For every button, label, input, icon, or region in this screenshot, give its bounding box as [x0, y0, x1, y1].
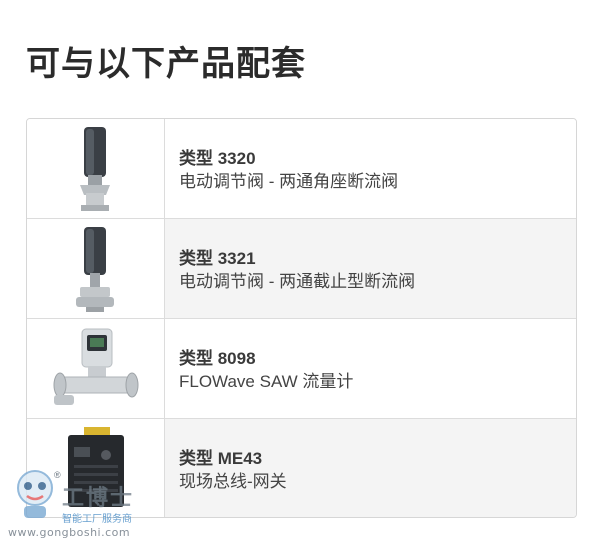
product-text-cell: 类型 ME43 现场总线-网关	[165, 419, 576, 517]
watermark-url: www.gongboshi.com	[8, 526, 131, 539]
product-description: 电动调节阀 - 两通角座断流阀	[179, 171, 399, 191]
flowmeter-image	[53, 328, 138, 405]
product-description: FLOWave SAW 流量计	[179, 371, 354, 391]
product-text-cell: 类型 8098 FLOWave SAW 流量计	[165, 319, 576, 418]
product-type[interactable]: 类型 ME43	[179, 448, 576, 470]
product-row-3321[interactable]: 类型 3321 电动调节阀 - 两通截止型断流阀	[27, 219, 576, 319]
product-image-cell	[27, 119, 165, 218]
product-row-8098[interactable]: 类型 8098 FLOWave SAW 流量计	[27, 319, 576, 419]
product-row-3320[interactable]: 类型 3320 电动调节阀 - 两通角座断流阀	[27, 119, 576, 219]
robot-mascot-icon	[17, 470, 53, 518]
product-text-cell: 类型 3321 电动调节阀 - 两通截止型断流阀	[165, 219, 576, 318]
product-type[interactable]: 类型 3321	[179, 248, 576, 270]
product-text-cell: 类型 3320 电动调节阀 - 两通角座断流阀	[165, 119, 576, 218]
product-image-cell	[27, 219, 165, 318]
watermark-subtitle: 智能工厂服务商	[62, 514, 132, 525]
watermark-logo: ® 工博士 智能工厂服务商 www.gongboshi.com	[8, 468, 148, 548]
registered-mark: ®	[54, 470, 61, 480]
product-image-cell	[27, 319, 165, 418]
page-title: 可与以下产品配套	[26, 44, 306, 84]
watermark-brand: 工博士	[62, 485, 135, 511]
product-description: 电动调节阀 - 两通截止型断流阀	[179, 271, 416, 291]
compatible-products-table: 类型 3320 电动调节阀 - 两通角座断流阀 类型 3321 电动调节阀 - …	[26, 118, 577, 518]
product-type[interactable]: 类型 8098	[179, 348, 576, 370]
product-description: 现场总线-网关	[179, 472, 287, 491]
product-type[interactable]: 类型 3320	[179, 148, 576, 170]
angle-seat-valve-image	[79, 126, 110, 211]
globe-valve-image	[75, 226, 114, 312]
